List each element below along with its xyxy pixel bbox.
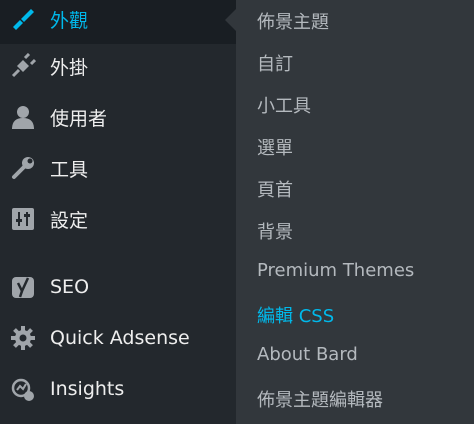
submenu-item-theme-editor[interactable]: 佈景主題編輯器 (257, 386, 383, 412)
gear-icon (9, 324, 37, 352)
menu-item-tools[interactable]: 工具 (0, 143, 236, 193)
wrench-icon (9, 154, 37, 182)
menu-item-plugins[interactable]: 外掛 (0, 41, 236, 91)
settings-sliders-icon (9, 205, 37, 233)
plugin-icon (9, 52, 37, 80)
submenu-item-themes[interactable]: 佈景主題 (257, 8, 329, 34)
insights-icon (9, 375, 37, 403)
admin-menu: 外觀 外掛 使用者 工具 設定 SEO Quick Adsense Insigh… (0, 0, 237, 424)
menu-label: 設定 (50, 209, 89, 232)
menu-label: Insights (50, 378, 125, 400)
appearance-submenu: 佈景主題 自訂 小工具 選單 頁首 背景 Premium Themes 編輯 C… (236, 0, 474, 424)
submenu-item-about-bard[interactable]: About Bard (257, 344, 358, 365)
submenu-item-premium-themes[interactable]: Premium Themes (257, 260, 414, 281)
menu-item-users[interactable]: 使用者 (0, 92, 236, 142)
submenu-item-menus[interactable]: 選單 (257, 134, 293, 160)
menu-label: 使用者 (50, 107, 108, 130)
menu-label: Quick Adsense (50, 327, 190, 349)
submenu-item-widgets[interactable]: 小工具 (257, 92, 311, 118)
menu-item-settings[interactable]: 設定 (0, 194, 236, 244)
yoast-icon (9, 273, 37, 301)
submenu-item-background[interactable]: 背景 (257, 218, 293, 244)
menu-label: 工具 (50, 158, 89, 181)
submenu-item-header[interactable]: 頁首 (257, 176, 293, 202)
submenu-item-customize[interactable]: 自訂 (257, 50, 293, 76)
menu-label: SEO (50, 276, 90, 298)
user-icon (9, 103, 37, 131)
menu-item-insights[interactable]: Insights (0, 364, 236, 414)
menu-item-seo[interactable]: SEO (0, 262, 236, 312)
menu-label: 外觀 (50, 9, 89, 32)
paintbrush-icon (9, 5, 37, 33)
submenu-item-edit-css[interactable]: 編輯 CSS (257, 302, 334, 328)
menu-label: 外掛 (50, 56, 89, 79)
menu-item-appearance[interactable]: 外觀 (0, 0, 236, 44)
menu-item-quick-adsense[interactable]: Quick Adsense (0, 313, 236, 363)
